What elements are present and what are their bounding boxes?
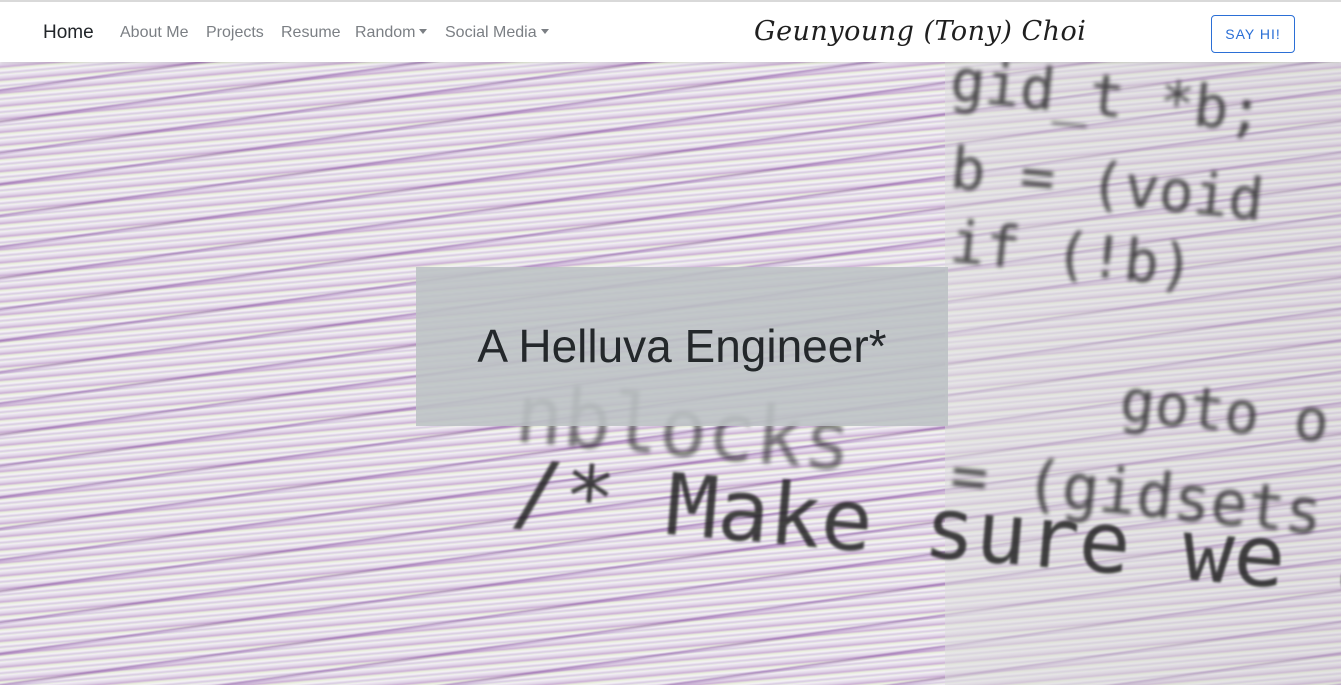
nav-random-dropdown[interactable]: Random [355,24,428,42]
hero-headline: A Helluva Engineer* [477,320,887,372]
nav-projects-link[interactable]: Projects [206,24,264,42]
nav-social-media-dropdown[interactable]: Social Media [445,24,549,42]
chevron-down-icon [419,29,428,34]
nav-social-media-label: Social Media [445,24,537,41]
nav-random-label: Random [355,24,416,41]
nav-about-me-link[interactable]: About Me [120,24,188,42]
say-hi-button[interactable]: SAY HI! [1211,15,1295,53]
headline-box: A Helluva Engineer* [416,267,948,426]
site-title: Geunyoung (Tony) Choi [754,16,1087,47]
top-navbar: Home About Me Projects Resume Random Soc… [0,0,1341,62]
chevron-down-icon [540,29,549,34]
nav-home-link[interactable]: Home [43,22,94,44]
nav-resume-link[interactable]: Resume [281,24,341,42]
hero-section: gid_t *b; b = (void if (!b) goto o nbloc… [0,62,1341,685]
